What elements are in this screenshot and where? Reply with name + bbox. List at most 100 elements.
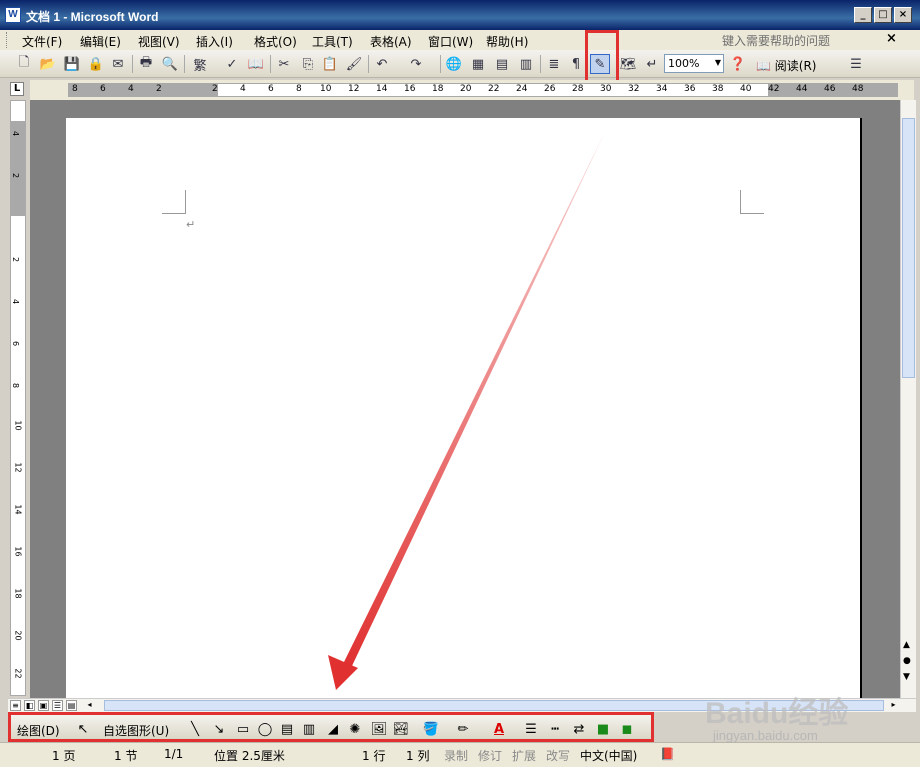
- reading-view-icon[interactable]: ▤: [66, 700, 77, 711]
- help-question-input[interactable]: 键入需要帮助的问题: [722, 32, 830, 49]
- draw-menu-button[interactable]: 绘图(D): [17, 722, 60, 739]
- copy-icon[interactable]: ⎘: [298, 54, 318, 74]
- menu-table[interactable]: 表格(A): [370, 33, 412, 50]
- new-document-icon[interactable]: 🗋: [14, 54, 34, 74]
- status-line: 1 行: [362, 749, 386, 763]
- select-objects-icon[interactable]: ↖: [73, 720, 93, 738]
- cut-icon[interactable]: ✂: [274, 54, 294, 74]
- scroll-left-icon[interactable]: ◂: [84, 700, 95, 711]
- scroll-up-icon[interactable]: ▲: [903, 640, 910, 650]
- fill-color-icon[interactable]: 🪣: [421, 720, 441, 738]
- autoshapes-menu-button[interactable]: 自选图形(U): [103, 722, 169, 739]
- vertical-ruler[interactable]: 4 2 2 4 6 8 10 12 14 16 18 20 22: [10, 100, 26, 696]
- ruler-number: 22: [488, 84, 500, 94]
- minimize-button[interactable]: _: [854, 7, 872, 23]
- tables-borders-icon[interactable]: ▦: [468, 54, 488, 74]
- zoom-select[interactable]: 100% ▼: [664, 54, 724, 73]
- status-record[interactable]: 录制: [444, 747, 468, 764]
- baidu-watermark: Baidu经验 jingyan.baidu.com: [705, 688, 905, 748]
- document-map-icon[interactable]: 🗺: [618, 54, 638, 74]
- save-icon[interactable]: 💾: [62, 54, 82, 74]
- font-color-icon[interactable]: A: [489, 720, 509, 738]
- permission-icon[interactable]: 🔒: [86, 54, 106, 74]
- ruler-number: 16: [13, 546, 23, 557]
- arrow-icon[interactable]: ↘: [209, 720, 229, 738]
- traditional-chinese-icon[interactable]: 繁: [190, 54, 210, 74]
- ruler-number: 34: [656, 84, 668, 94]
- line-color-icon[interactable]: ✏: [453, 720, 473, 738]
- close-button[interactable]: ×: [894, 7, 912, 23]
- research-icon[interactable]: 📖: [246, 54, 266, 74]
- print-layout-icon[interactable]: ▣: [38, 700, 49, 711]
- read-mode-button[interactable]: 📖 阅读(R): [756, 57, 816, 74]
- browse-object-icon[interactable]: ●: [903, 656, 911, 666]
- text-box-icon[interactable]: ▤: [277, 720, 297, 738]
- toolbar-separator: [270, 55, 271, 73]
- menu-view[interactable]: 视图(V): [138, 33, 180, 50]
- wordart-icon[interactable]: ◢: [323, 720, 343, 738]
- spelling-status-icon[interactable]: 📕: [660, 747, 675, 761]
- outline-view-icon[interactable]: ☰: [52, 700, 63, 711]
- line-style-icon[interactable]: ☰: [521, 720, 541, 738]
- scroll-down-icon[interactable]: ▼: [903, 672, 910, 682]
- open-folder-icon[interactable]: 📂: [38, 54, 58, 74]
- print-icon[interactable]: 🖶: [136, 54, 156, 74]
- menu-tools[interactable]: 工具(T): [312, 33, 353, 50]
- ruler-number: 42: [768, 84, 780, 94]
- paragraph-mark-icon[interactable]: ↵: [642, 54, 662, 74]
- spelling-icon[interactable]: ✓: [222, 54, 242, 74]
- document-close-icon[interactable]: ×: [886, 31, 897, 46]
- ruler-number: 26: [544, 84, 556, 94]
- columns-icon[interactable]: ≣: [544, 54, 564, 74]
- redo-icon[interactable]: ↷: [406, 54, 426, 74]
- align-icon[interactable]: ☰: [846, 54, 866, 74]
- document-page[interactable]: ↵: [66, 118, 862, 698]
- print-preview-icon[interactable]: 🔍: [160, 54, 180, 74]
- ruler-number: 14: [13, 504, 23, 515]
- menu-edit[interactable]: 编辑(E): [80, 33, 121, 50]
- normal-view-icon[interactable]: ≡: [10, 700, 21, 711]
- word-app-icon[interactable]: W: [5, 7, 21, 23]
- menu-file[interactable]: 文件(F): [22, 33, 62, 50]
- email-icon[interactable]: ✉: [108, 54, 128, 74]
- maximize-button[interactable]: □: [874, 7, 892, 23]
- menu-window[interactable]: 窗口(W): [428, 33, 473, 50]
- format-painter-icon[interactable]: 🖌: [344, 54, 364, 74]
- ruler-number: 24: [516, 84, 528, 94]
- dash-style-icon[interactable]: ┅: [545, 720, 565, 738]
- arrow-style-icon[interactable]: ⇄: [569, 720, 589, 738]
- show-hide-icon[interactable]: ¶: [566, 54, 586, 74]
- undo-icon[interactable]: ↶: [372, 54, 392, 74]
- vertical-text-box-icon[interactable]: ▥: [299, 720, 319, 738]
- clip-art-icon[interactable]: 🖼: [369, 720, 389, 738]
- paste-icon[interactable]: 📋: [320, 54, 340, 74]
- menu-help[interactable]: 帮助(H): [486, 33, 528, 50]
- status-extend[interactable]: 扩展: [512, 747, 536, 764]
- status-overtype[interactable]: 改写: [546, 747, 570, 764]
- diagram-icon[interactable]: ✺: [345, 720, 365, 738]
- window-title: 文档 1 - Microsoft Word: [26, 10, 159, 24]
- shadow-style-icon[interactable]: ■: [593, 720, 613, 738]
- insert-excel-icon[interactable]: ▥: [516, 54, 536, 74]
- web-view-icon[interactable]: ◧: [24, 700, 35, 711]
- status-track-changes[interactable]: 修订: [478, 747, 502, 764]
- tab-stop-selector[interactable]: L: [10, 82, 24, 96]
- line-icon[interactable]: ╲: [185, 720, 205, 738]
- ruler-number: 6: [268, 84, 274, 94]
- 3d-style-icon[interactable]: ◼: [617, 720, 637, 738]
- insert-table-icon[interactable]: ▤: [492, 54, 512, 74]
- chevron-down-icon[interactable]: ▼: [715, 58, 721, 67]
- menu-insert[interactable]: 插入(I): [196, 33, 233, 50]
- menu-format[interactable]: 格式(O): [254, 33, 297, 50]
- ruler-number: 36: [684, 84, 696, 94]
- vertical-scrollbar[interactable]: ▲ ● ▼: [900, 100, 916, 698]
- picture-icon[interactable]: 🏞: [391, 720, 411, 738]
- drawing-toolbar: 绘图(D) ↖ 自选图形(U) ╲ ↘ ▭ ◯ ▤ ▥ ◢ ✺ 🖼 🏞 🪣 ✏ …: [8, 712, 654, 742]
- horizontal-ruler[interactable]: 8 6 4 2 2 4 6 8 10 12 14 16 18 20 22 24 …: [30, 80, 914, 100]
- help-icon[interactable]: ❓: [728, 54, 748, 74]
- oval-icon[interactable]: ◯: [255, 720, 275, 738]
- scroll-thumb[interactable]: [902, 118, 915, 378]
- rectangle-icon[interactable]: ▭: [233, 720, 253, 738]
- menu-grip[interactable]: [6, 32, 9, 48]
- hyperlink-icon[interactable]: 🌐: [444, 54, 464, 74]
